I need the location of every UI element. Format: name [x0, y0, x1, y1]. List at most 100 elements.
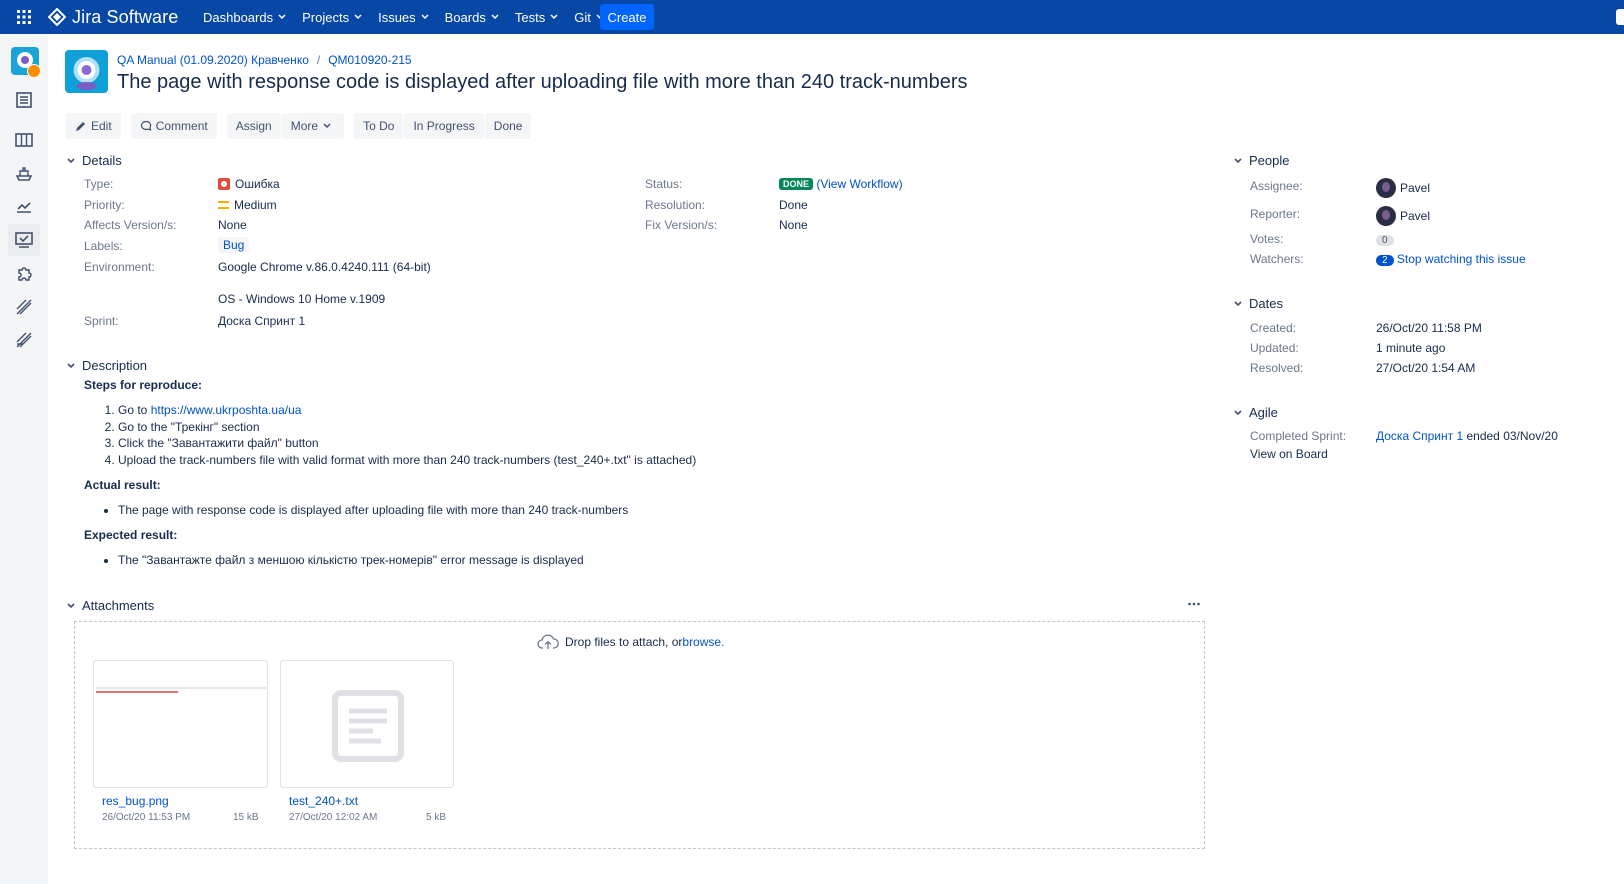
chevron-down-icon — [1234, 157, 1242, 163]
nav-dashboards[interactable]: Dashboards — [203, 10, 286, 25]
create-button[interactable]: Create — [600, 4, 654, 30]
affects-version-label: Affects Version/s: — [84, 218, 177, 232]
created-label: Created: — [1250, 321, 1297, 335]
attachments-section-header[interactable]: Attachments — [66, 598, 154, 613]
nav-boards[interactable]: Boards — [445, 10, 499, 25]
test-plan-icon[interactable] — [14, 297, 36, 319]
search-edge-icon[interactable] — [1616, 9, 1624, 25]
releases-icon[interactable] — [14, 163, 36, 185]
watchers-value: 2 Stop watching this issue — [1376, 252, 1526, 266]
brand-name: Jira Software — [72, 6, 179, 27]
reports-icon[interactable] — [14, 196, 36, 218]
text-file-icon — [332, 690, 404, 762]
more-button[interactable]: More — [281, 113, 345, 139]
dates-heading: Dates — [1249, 296, 1283, 311]
project-avatar[interactable] — [65, 50, 108, 93]
attachment-thumbnail-test-txt[interactable] — [280, 660, 454, 788]
reporter-value[interactable]: Pavel — [1376, 206, 1430, 226]
drop-files-message: Drop files to attach, or browse. — [537, 634, 724, 650]
bug-type-icon — [218, 178, 230, 190]
nav-projects[interactable]: Projects — [302, 10, 362, 25]
stop-watching-link[interactable]: Stop watching this issue — [1397, 252, 1526, 266]
project-avatar-small[interactable] — [11, 47, 41, 78]
attachments-heading: Attachments — [82, 598, 155, 613]
ukrposhta-link[interactable]: https://www.ukrposhta.ua/ua — [151, 403, 302, 417]
breadcrumb-separator: / — [316, 53, 321, 67]
issue-toolbar: Edit Comment Assign More To Do In Progre… — [66, 113, 532, 139]
chevron-down-icon — [323, 123, 331, 129]
nav-projects-label: Projects — [302, 9, 350, 25]
agile-heading: Agile — [1249, 405, 1278, 420]
agile-section-header[interactable]: Agile — [1233, 405, 1278, 420]
nav-tests[interactable]: Tests — [515, 10, 558, 25]
nav-tests-label: Tests — [514, 9, 546, 25]
priority-value: Medium — [218, 198, 277, 212]
people-section-header[interactable]: People — [1233, 153, 1289, 168]
board-icon[interactable] — [14, 130, 36, 152]
transition-in-progress-button[interactable]: In Progress — [404, 113, 484, 139]
description-section-header[interactable]: Description — [66, 358, 147, 373]
labels-value: Bug — [218, 237, 250, 253]
steps-heading: Steps for reproduce: — [84, 378, 203, 392]
priority-label: Priority: — [84, 198, 125, 212]
votes-count[interactable]: 0 — [1376, 235, 1394, 246]
nav-issues[interactable]: Issues — [378, 10, 429, 25]
edit-button[interactable]: Edit — [66, 113, 121, 139]
breadcrumb-project-link[interactable]: QA Manual (01.09.2020) Кравченко — [117, 53, 309, 67]
assignee-name: Pavel — [1400, 181, 1431, 195]
breadcrumb: QA Manual (01.09.2020) Кравченко / QM010… — [117, 53, 412, 67]
transition-done-button[interactable]: Done — [484, 113, 532, 139]
attachment-size: 5 kB — [426, 812, 447, 823]
jira-brand-link[interactable]: Jira Software — [48, 5, 178, 29]
updated-label: Updated: — [1250, 341, 1299, 355]
issues-icon[interactable] — [8, 224, 40, 256]
chevron-down-icon — [67, 602, 75, 608]
nav-dashboards-label: Dashboards — [203, 9, 274, 25]
priority-value-text: Medium — [234, 198, 277, 212]
environment-line-2: OS - Windows 10 Home v.1909 — [218, 292, 386, 306]
transition-todo-button[interactable]: To Do — [354, 113, 404, 139]
attachment-name-link[interactable]: test_240+.txt — [289, 794, 358, 808]
people-heading: People — [1249, 153, 1290, 168]
comment-button[interactable]: Comment — [130, 113, 217, 139]
backlog-icon[interactable] — [14, 90, 36, 112]
view-on-board-link[interactable]: View on Board — [1250, 447, 1328, 461]
watchers-count[interactable]: 2 — [1376, 255, 1394, 266]
assign-button[interactable]: Assign — [226, 113, 281, 139]
step1-prefix: Go to — [118, 403, 151, 417]
reporter-label: Reporter: — [1250, 207, 1301, 221]
more-options-icon[interactable] — [1187, 597, 1201, 611]
breadcrumb-issue-key-link[interactable]: QM010920-215 — [328, 53, 411, 67]
sprint-link[interactable]: Доска Спринт 1 — [1376, 429, 1463, 443]
expected-result-heading: Expected result: — [84, 528, 178, 542]
browse-link[interactable]: browse. — [682, 635, 724, 649]
reporter-avatar — [1376, 206, 1396, 226]
chevron-down-icon — [421, 14, 429, 20]
screenshot-preview-line — [96, 687, 266, 689]
assignee-value[interactable]: Pavel — [1376, 178, 1430, 198]
step-item: Go to https://www.ukrposhta.ua/ua — [118, 402, 696, 419]
priority-medium-icon — [218, 201, 229, 209]
issue-title[interactable]: The page with response code is displayed… — [117, 71, 967, 94]
view-workflow-link[interactable]: (View Workflow) — [816, 177, 902, 191]
chevron-down-icon — [354, 14, 362, 20]
screenshot-preview-error — [96, 691, 178, 693]
jira-logo-icon — [48, 8, 66, 26]
environment-line-1: Google Chrome v.86.0.4240.111 (64-bit) — [218, 260, 431, 274]
resolution-value: Done — [779, 198, 808, 212]
attachment-name-link[interactable]: res_bug.png — [102, 794, 169, 808]
dates-section-header[interactable]: Dates — [1233, 296, 1283, 311]
test-runs-icon[interactable] — [14, 330, 36, 352]
edit-button-label: Edit — [91, 119, 112, 133]
label-chip-bug[interactable]: Bug — [218, 237, 250, 253]
nav-boards-label: Boards — [444, 9, 486, 25]
attachment-thumbnail-res-bug[interactable] — [93, 660, 268, 788]
top-navigation-bar: Jira Software Dashboards Projects Issues… — [0, 0, 1624, 34]
project-sidebar — [0, 34, 48, 884]
resolved-value: 27/Oct/20 1:54 AM — [1376, 361, 1476, 375]
app-switcher-icon[interactable] — [16, 9, 32, 25]
details-section-header[interactable]: Details — [66, 153, 122, 168]
resolution-label: Resolution: — [645, 198, 706, 212]
add-ons-icon[interactable] — [14, 263, 36, 285]
more-button-label: More — [290, 119, 319, 133]
